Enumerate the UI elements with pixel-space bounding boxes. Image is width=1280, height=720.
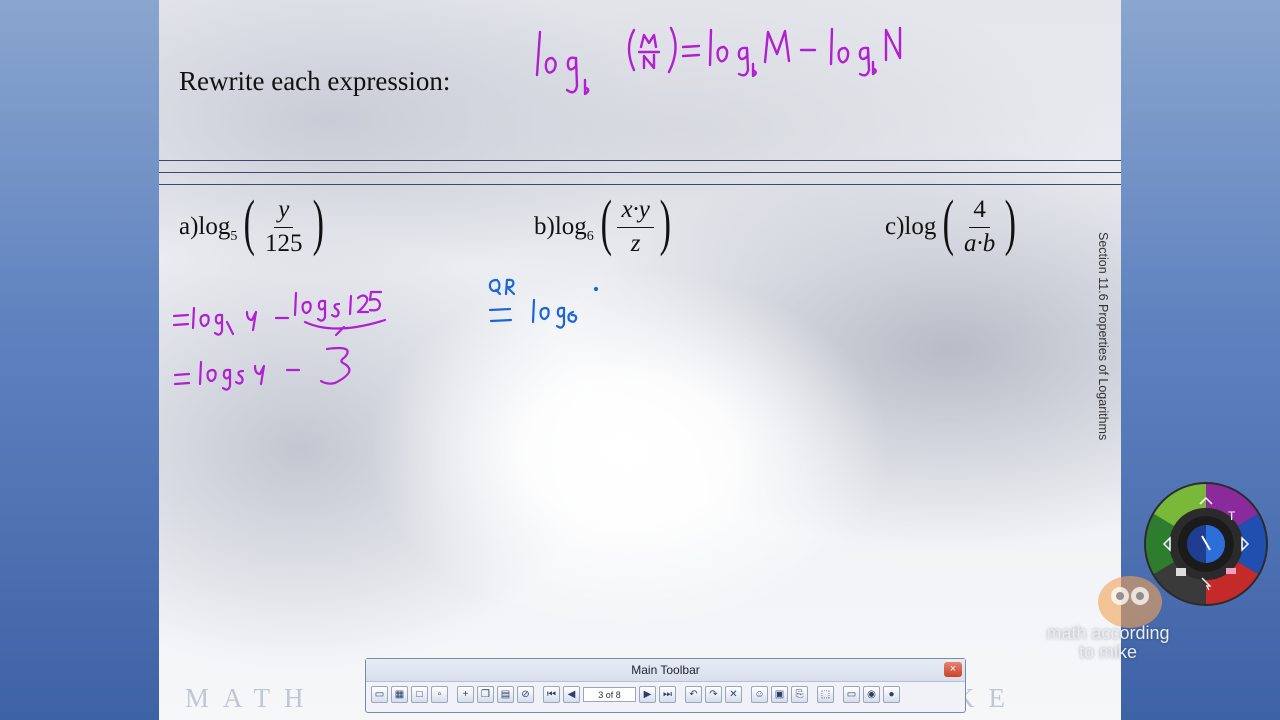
ink-problem-b-work	[488, 278, 599, 329]
duplicate-page-icon[interactable]: ❐	[477, 686, 494, 703]
brand-line-1: math according	[1046, 623, 1170, 643]
delete-page-icon[interactable]: ⊘	[517, 686, 534, 703]
camera-icon[interactable]	[1176, 568, 1186, 576]
delete-icon[interactable]: ✕	[725, 686, 742, 703]
ink-problem-a-work	[172, 290, 387, 391]
handwriting-ink	[172, 26, 902, 391]
previous-page-icon[interactable]: ◀	[563, 686, 580, 703]
screen-capture-icon[interactable]: ▭	[843, 686, 860, 703]
last-page-icon[interactable]: ⏭	[659, 686, 676, 703]
full-screen-icon[interactable]: □	[411, 686, 428, 703]
grid-view-icon[interactable]: ▦	[391, 686, 408, 703]
people-icon[interactable]: ☺	[751, 686, 768, 703]
select-icon[interactable]: ⬚	[817, 686, 834, 703]
eraser-icon[interactable]	[1226, 568, 1236, 574]
camera-icon[interactable]: ◉	[863, 686, 880, 703]
toolbar-title[interactable]: Main Toolbar	[366, 659, 965, 682]
toolbar-button-row: ▭ ▦ □ ▫ + ❐ ▤ ⊘ ⏮ ◀ 3 of 8 ▶ ⏭ ↶ ↷ ✕ ☺ ▣…	[371, 686, 903, 703]
text-tool-icon[interactable]: T	[1228, 509, 1236, 523]
undo-icon[interactable]: ↶	[685, 686, 702, 703]
main-toolbar[interactable]: Main Toolbar × ▭ ▦ □ ▫ + ❐ ▤ ⊘ ⏮ ◀ 3 of …	[365, 658, 966, 713]
add-page-icon[interactable]: +	[457, 686, 474, 703]
first-page-icon[interactable]: ⏮	[543, 686, 560, 703]
brand-watermark: math according to mike	[1020, 624, 1196, 662]
slide-canvas: Rewrite each expression: a) log 5 ( y 12…	[159, 0, 1121, 720]
screen-shade-icon[interactable]: ▤	[497, 686, 514, 703]
brand-line-2: to mike	[1078, 642, 1138, 662]
ink-quotient-rule	[535, 26, 902, 96]
next-page-icon[interactable]: ▶	[639, 686, 656, 703]
window-icon[interactable]: ▫	[431, 686, 448, 703]
recorder-icon[interactable]: ●	[883, 686, 900, 703]
redo-icon[interactable]: ↷	[705, 686, 722, 703]
single-window-icon[interactable]: ▭	[371, 686, 388, 703]
capture-icon[interactable]: ▣	[771, 686, 788, 703]
toolbar-close-button[interactable]: ×	[944, 662, 962, 677]
owl-logo-icon	[1098, 576, 1162, 628]
clipboard-icon[interactable]: ⎘	[791, 686, 808, 703]
page-indicator[interactable]: 3 of 8	[583, 687, 636, 702]
